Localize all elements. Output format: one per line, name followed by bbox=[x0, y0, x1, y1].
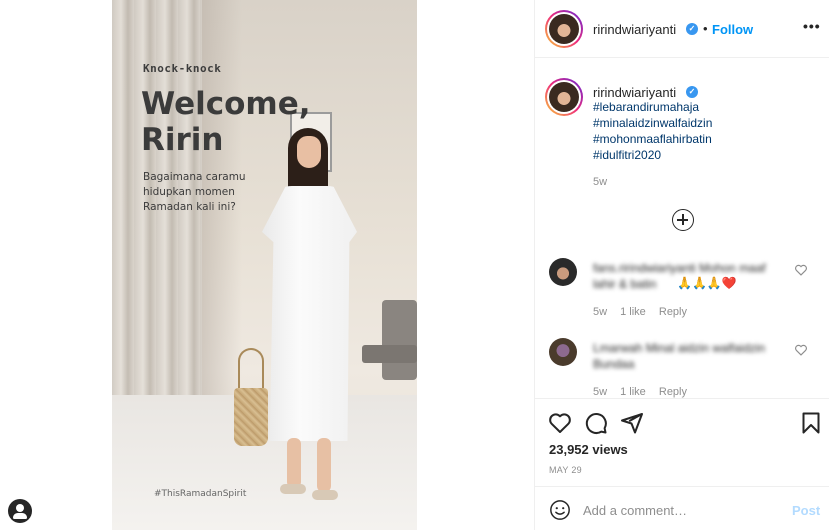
follow-button[interactable]: Follow bbox=[712, 22, 753, 37]
caption-hashtags: #lebarandirumahaja #minalaidzinwalfaidzi… bbox=[593, 99, 712, 163]
post-video[interactable]: Knock-knock Welcome, Ririn Bagaimana car… bbox=[112, 0, 417, 530]
caption-time[interactable]: 5w bbox=[593, 176, 607, 188]
hashtag-link[interactable]: #lebarandirumahaja bbox=[593, 99, 712, 115]
header-separator: • bbox=[703, 21, 708, 36]
post-actions: 23,952 views MAY 29 bbox=[535, 398, 829, 486]
comment-heart-icon[interactable] bbox=[794, 343, 808, 357]
video-overlay-hashtag: #ThisRamadanSpirit bbox=[154, 489, 247, 499]
bag-graphic bbox=[234, 388, 268, 446]
comment-item: fans.ririndwiariyanti Mohon maaf lahir &… bbox=[535, 258, 829, 328]
comment-item: Lmarwah Minal aidzin walfaidzin Bundaa 5… bbox=[535, 338, 829, 398]
comment-meta: 5w 1 like Reply bbox=[593, 386, 697, 398]
comment-heart-icon[interactable] bbox=[794, 263, 808, 277]
comment-avatar[interactable] bbox=[549, 258, 577, 286]
comment-likes[interactable]: 1 like bbox=[620, 306, 646, 318]
chair-graphic bbox=[382, 300, 417, 380]
tagged-user-icon[interactable] bbox=[8, 499, 32, 523]
reply-button[interactable]: Reply bbox=[659, 306, 687, 318]
header-avatar[interactable] bbox=[545, 10, 583, 48]
views-count[interactable]: 23,952 views bbox=[549, 442, 628, 457]
bookmark-icon[interactable] bbox=[799, 411, 823, 435]
post-button[interactable]: Post bbox=[792, 503, 820, 518]
comment-icon[interactable] bbox=[584, 411, 608, 435]
post-side-panel: ririndwiariyanti ✓ • Follow ••• ririndwi… bbox=[534, 0, 829, 530]
post-date[interactable]: MAY 29 bbox=[549, 465, 582, 475]
caption-avatar[interactable] bbox=[545, 78, 583, 116]
hashtag-link[interactable]: #mohonmaaflahirbatin bbox=[593, 131, 712, 147]
comment-time[interactable]: 5w bbox=[593, 306, 607, 318]
heart-icon[interactable] bbox=[548, 411, 572, 435]
caption-username[interactable]: ririndwiariyanti bbox=[593, 85, 676, 100]
header-username[interactable]: ririndwiariyanti bbox=[593, 22, 676, 37]
comments-section[interactable]: ririndwiariyanti ✓ #lebarandirumahaja #m… bbox=[535, 58, 829, 398]
share-icon[interactable] bbox=[620, 411, 644, 435]
reply-button[interactable]: Reply bbox=[659, 386, 687, 398]
comment-avatar[interactable] bbox=[549, 338, 577, 366]
hashtag-link[interactable]: #minalaidzinwalfaidzin bbox=[593, 115, 712, 131]
more-options-icon[interactable]: ••• bbox=[803, 18, 821, 34]
comment-input[interactable] bbox=[583, 497, 783, 523]
emoji-icon[interactable] bbox=[549, 499, 571, 521]
post-header: ririndwiariyanti ✓ • Follow ••• bbox=[535, 0, 829, 58]
verified-badge-icon: ✓ bbox=[686, 23, 698, 35]
comment-time[interactable]: 5w bbox=[593, 386, 607, 398]
verified-badge-icon: ✓ bbox=[686, 86, 698, 98]
hashtag-link[interactable]: #idulfitri2020 bbox=[593, 147, 712, 163]
add-comment-form: Post bbox=[535, 486, 829, 530]
comment-likes[interactable]: 1 like bbox=[620, 386, 646, 398]
comment-meta: 5w 1 like Reply bbox=[593, 306, 697, 318]
plus-circle-icon[interactable] bbox=[672, 209, 694, 231]
media-area: Knock-knock Welcome, Ririn Bagaimana car… bbox=[0, 0, 534, 530]
comment-emoji: 🙏🙏🙏❤️ bbox=[677, 276, 737, 290]
video-overlay-knock: Knock-knock bbox=[143, 62, 222, 75]
comment-text: Lmarwah Minal aidzin walfaidzin Bundaa bbox=[593, 341, 766, 371]
video-overlay-question: Bagaimana caramu hidupkan momen Ramadan … bbox=[143, 171, 246, 213]
video-overlay-title: Welcome, Ririn bbox=[141, 86, 311, 158]
